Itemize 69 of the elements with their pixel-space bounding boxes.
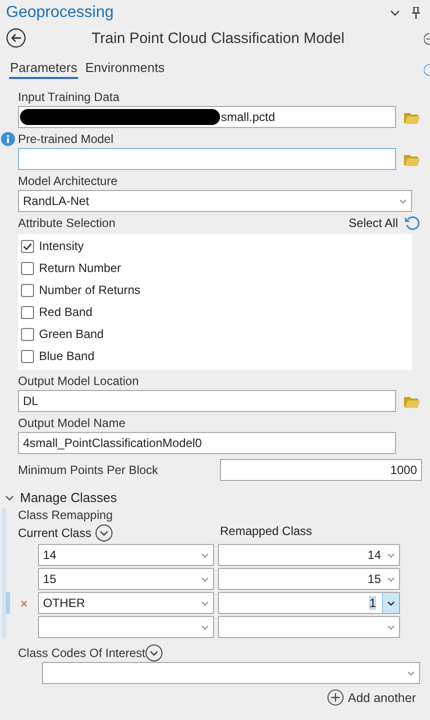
caret-icon <box>387 576 395 582</box>
dropdown[interactable]: 14 <box>38 544 214 566</box>
dropdown-button[interactable] <box>382 593 399 613</box>
checkbox[interactable] <box>21 240 34 252</box>
add-another-button[interactable]: Add another <box>326 689 416 706</box>
checkbox[interactable] <box>21 262 34 274</box>
checkbox[interactable] <box>21 328 34 340</box>
section-title[interactable]: Manage Classes <box>20 490 117 505</box>
path-field[interactable] <box>18 148 396 170</box>
column-header: Current Class <box>18 526 92 540</box>
checkbox-label: Red Band <box>39 305 92 319</box>
pane-title: Geoprocessing <box>6 4 114 22</box>
caret-icon <box>201 624 209 630</box>
tool-title: Train Point Cloud Classification Model <box>90 30 346 46</box>
field-value: small.pctd <box>221 110 276 124</box>
checkbox[interactable] <box>21 350 34 362</box>
caret-icon <box>201 600 209 606</box>
caret-icon <box>387 600 395 606</box>
chevron-down-icon[interactable] <box>5 494 14 500</box>
column-header: Remapped Class <box>220 524 312 540</box>
dropdown[interactable]: 1 <box>218 592 400 614</box>
info-icon[interactable] <box>1 132 15 146</box>
delete-button[interactable]: × <box>20 596 28 610</box>
reset-icon[interactable] <box>404 214 420 230</box>
chevron-down-icon[interactable] <box>390 10 400 16</box>
dropdown[interactable]: OTHER <box>38 592 214 614</box>
caret-icon <box>201 576 209 582</box>
checkbox[interactable] <box>21 284 34 296</box>
caret-icon <box>399 198 407 204</box>
expand-icon[interactable] <box>145 644 164 662</box>
text-field[interactable]: 4small_PointClassificationModel0 <box>18 432 396 454</box>
tab[interactable]: Parameters <box>9 58 78 79</box>
checkbox-label: Blue Band <box>39 349 94 363</box>
field-label: Output Model Name <box>18 416 126 430</box>
checkbox-label: Return Number <box>39 261 122 275</box>
field-label: Input Training Data <box>18 90 120 104</box>
field-label: Model Architecture <box>18 174 118 188</box>
field-value: 4small_PointClassificationModel0 <box>23 436 202 450</box>
path-field[interactable]: small.pctd <box>18 106 396 128</box>
row-marker <box>6 592 10 614</box>
field-label: Attribute Selection <box>18 216 116 230</box>
number-field[interactable]: 1000 <box>220 459 422 481</box>
field-value: DL <box>23 394 38 408</box>
field-label: Minimum Points Per Block <box>18 463 158 477</box>
field-label: Pre-trained Model <box>18 132 114 146</box>
caret-icon <box>387 552 395 558</box>
dropdown[interactable]: 15 <box>218 568 400 590</box>
expand-icon[interactable] <box>95 524 114 542</box>
dropdown[interactable]: 15 <box>38 568 214 590</box>
dropdown[interactable] <box>38 616 214 638</box>
checkbox-label: Green Band <box>39 327 104 341</box>
field-label: Class Codes Of Interest <box>18 646 146 660</box>
field-value: 1000 <box>390 463 417 477</box>
checkbox-label: Number of Returns <box>39 283 140 297</box>
path-field[interactable]: DL <box>18 390 396 412</box>
field-label: Class Remapping <box>18 508 113 522</box>
caret-icon <box>387 624 395 630</box>
pin-icon[interactable] <box>412 7 420 19</box>
checkbox[interactable] <box>21 306 34 318</box>
plus-icon <box>326 689 344 706</box>
caret-icon <box>201 552 209 558</box>
tab[interactable]: Environments <box>84 58 166 79</box>
field-label: Output Model Location <box>18 374 139 388</box>
dropdown[interactable]: 14 <box>218 544 400 566</box>
checkbox-label: Intensity <box>39 239 84 253</box>
caret-icon <box>407 670 415 676</box>
select-all-button[interactable]: Select All <box>348 216 398 230</box>
dropdown[interactable]: RandLA-Net <box>18 190 412 212</box>
back-icon[interactable] <box>6 28 26 48</box>
